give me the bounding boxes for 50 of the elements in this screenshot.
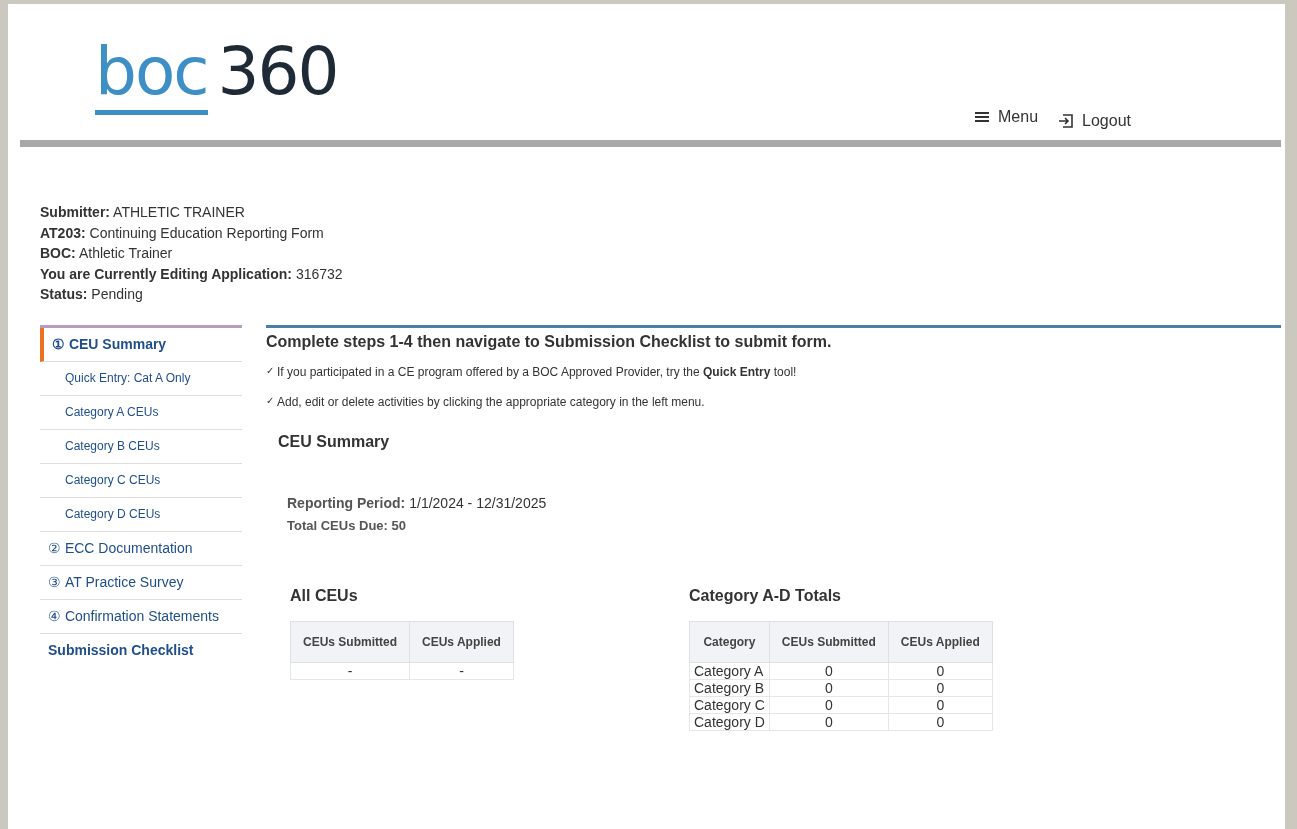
table-cell: 0 [769, 713, 889, 730]
section-title: CEU Summary [278, 432, 391, 451]
table-cell: Category B [689, 679, 770, 696]
sidebar-item[interactable]: Category C CEUs [40, 463, 242, 498]
info-line: Status: Pending [40, 285, 144, 304]
sidebar-item[interactable]: ④ Confirmation Statements [40, 599, 242, 634]
sidebar-item[interactable]: Quick Entry: Cat A Only [40, 361, 242, 396]
table-cell: 0 [888, 713, 993, 730]
tip-text: Add, edit or delete activities by clicking the appropriate category in the left menu. [277, 394, 705, 409]
column-header: CEUs Submitted [769, 621, 889, 662]
table-cell: 0 [769, 679, 889, 696]
instructions-heading: Complete steps 1-4 then navigate to Submission Checklist to submit form. [266, 332, 833, 351]
info-line: Submitter: ATHLETIC TRAINER [40, 203, 246, 222]
sidebar-item[interactable]: Category D CEUs [40, 497, 242, 532]
info-line: AT203: Continuing Education Reporting Form [40, 223, 325, 243]
info-line: BOC: Athletic Trainer [40, 244, 174, 263]
logout-icon [1058, 113, 1075, 129]
header-link[interactable]: Logout [1058, 112, 1131, 130]
sidebar-item[interactable]: ② ECC Documentation [40, 531, 242, 566]
field-label: Reporting Period: [287, 494, 406, 511]
table-cell: 0 [769, 662, 889, 679]
tick-mark: ✓ [266, 364, 274, 378]
table-cell: 0 [769, 696, 889, 713]
table-cell: 0 [888, 662, 993, 679]
column-header: CEUs Submitted [290, 621, 410, 662]
menu-icon [974, 109, 991, 125]
header-link[interactable]: Menu [974, 104, 1039, 130]
logo: boc 360 [95, 34, 338, 112]
column-header: Category [689, 621, 770, 662]
total-due: Total CEUs Due: 50 [287, 517, 407, 533]
sidebar-item[interactable]: Submission Checklist [40, 633, 242, 667]
tip-text: If you participated in a CE program offered by a BOC Approved Provider, try the Quick Entry tool! [277, 364, 797, 379]
column-header: CEUs Applied [409, 621, 514, 662]
table-cell: Category D [689, 713, 770, 730]
table-title: Category A-D Totals [689, 586, 842, 605]
table-cell: Category A [689, 662, 770, 679]
table-cell: 0 [888, 679, 993, 696]
table-title: All CEUs [290, 586, 359, 605]
column-header: CEUs Applied [888, 621, 993, 662]
table-cell: Category C [689, 696, 770, 713]
table-cell: 0 [888, 696, 993, 713]
info-line: You are Currently Editing Application: 316732 [40, 264, 344, 284]
sidebar-item[interactable]: Category A CEUs [40, 395, 242, 430]
table-cell: - [409, 662, 514, 679]
table-cell: - [290, 662, 410, 679]
sidebar-item[interactable]: Category B CEUs [40, 429, 242, 464]
tick-mark: ✓ [266, 394, 274, 408]
field-value: 1/1/2024 - 12/31/2025 [409, 494, 547, 511]
sidebar-item[interactable]: ① CEU Summary [40, 327, 242, 362]
sidebar-item[interactable]: ③ AT Practice Survey [40, 565, 242, 600]
